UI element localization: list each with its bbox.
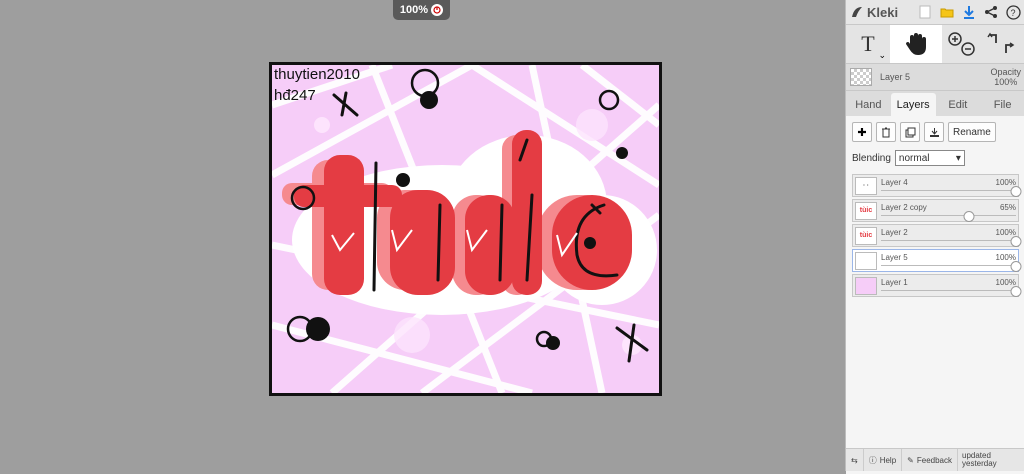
zoom-in-icon[interactable] [947,31,977,57]
layer-name: Layer 4 [881,178,908,187]
layer-opacity-slider[interactable] [881,236,1022,247]
slider-knob[interactable] [963,211,975,222]
merge-down-icon [929,127,939,137]
layer-opacity-slider[interactable] [881,211,1016,222]
layer-item[interactable]: · · Layer 4 100% [852,174,1022,197]
layers-panel: ✚ Rename Blending normal ▾ · · Layer 4 10… [846,116,1024,474]
kleki-logo-icon [852,7,862,17]
updated-line-2: yesterday [962,459,997,468]
download-icon[interactable] [961,4,977,20]
open-folder-icon[interactable] [939,4,955,20]
app-name: Kleki [867,4,899,20]
add-layer-button[interactable]: ✚ [852,122,872,142]
feedback-button[interactable]: ✎ Feedback [902,449,958,471]
sidebar-tabs: Hand Layers Edit File [846,93,1024,116]
rename-layer-button[interactable]: Rename [948,122,996,142]
zoom-indicator[interactable]: 100% [393,0,450,20]
layer-thumbnail: tùic [855,201,877,220]
help-icon: ⓘ [868,455,877,465]
tab-layers[interactable]: Layers [890,93,936,116]
share-icon[interactable] [983,4,999,20]
slider-knob[interactable] [1010,261,1022,272]
footer-bar: ⇆ ⓘ Help ✎ Feedback updated yesterday [846,448,1024,471]
trash-icon [882,127,890,137]
canvas-workspace[interactable]: 100% thuytien2010 hđ247 [0,0,845,471]
updated-note[interactable]: updated yesterday [958,452,997,468]
layer-list: · · Layer 4 100% tùic Layer 2 copy 65% tùi… [852,174,1022,297]
plus-icon: ✚ [857,126,867,139]
help-button[interactable]: ⓘ Help [864,449,903,471]
layer-thumbnail: tùic [855,226,877,245]
blending-row: Blending normal ▾ [852,150,1019,166]
slider-knob[interactable] [1010,236,1022,247]
layer-opacity: 65% [999,203,1016,212]
sidebar: Kleki ? T ⌄ Layer 5 Opacity 100% Hand La… [845,0,1024,474]
undo-redo-icon[interactable] [986,31,1016,57]
layer-thumbnail [855,251,877,270]
tool-row: T ⌄ [846,25,1024,64]
hand-tool-button[interactable] [890,25,942,63]
tab-file[interactable]: File [980,93,1024,116]
delete-layer-button[interactable] [876,122,896,142]
layer-thumbnail [855,276,877,295]
tab-hand[interactable]: Hand [846,93,891,116]
feedback-label: Feedback [916,455,952,465]
text-tool-button[interactable]: T ⌄ [846,25,890,63]
slider-knob[interactable] [1010,186,1022,197]
layer-opacity-slider[interactable] [881,286,1022,297]
current-layer-thumbnail [850,68,872,86]
chevron-down-icon[interactable]: ⌄ [878,50,886,61]
tab-edit[interactable]: Edit [936,93,981,116]
current-layer-name: Layer 5 [880,72,911,82]
opacity-label: Opacity [990,67,1021,77]
zoom-label: 100% [399,4,429,16]
layer-opacity-slider[interactable] [881,261,1022,272]
swap-sidebar-button[interactable]: ⇆ [846,449,864,471]
chevron-down-icon: ▾ [955,152,961,164]
undo-redo-buttons [982,25,1020,63]
drawing-canvas[interactable]: thuytien2010 hđ247 [269,62,662,396]
layer-item[interactable]: tùic Layer 2 100% [852,224,1022,247]
opacity-value: 100% [994,77,1018,87]
layer-opacity-slider[interactable] [881,186,1022,197]
blending-value: normal [898,152,930,164]
layer-thumbnail: · · [855,176,877,195]
slider-knob[interactable] [1010,286,1022,297]
layer-name: Layer 2 copy [881,203,927,212]
layer-name: Layer 2 [881,228,908,237]
duplicate-layer-button[interactable] [900,122,920,142]
svg-text:?: ? [1010,8,1015,18]
current-layer-info: Layer 5 Opacity 100% [846,64,1024,91]
zoom-reset-icon[interactable] [431,4,444,16]
app-logo[interactable]: Kleki [850,5,898,20]
blending-label: Blending [852,152,891,164]
layer-action-buttons: ✚ Rename [852,122,1019,142]
help-circle-icon[interactable]: ? [1005,4,1021,20]
blending-select[interactable]: normal ▾ [894,150,965,166]
layer-item-selected[interactable]: Layer 5 100% [852,249,1022,272]
new-image-icon[interactable] [917,4,933,20]
duplicate-icon [905,127,915,137]
signature-line-2: hđ247 [274,87,316,104]
feedback-icon: ✎ [907,455,914,465]
hand-icon [906,33,926,55]
layer-name: Layer 5 [881,253,908,262]
current-layer-opacity: Opacity 100% [990,67,1021,87]
help-label: Help [879,455,897,465]
signature-line-1: thuytien2010 [274,66,360,83]
merge-down-button[interactable] [924,122,944,142]
text-tool-icon: T [861,31,875,56]
swap-icon: ⇆ [851,455,858,465]
layer-name: Layer 1 [881,278,908,287]
zoom-buttons [942,25,982,63]
top-bar: Kleki ? [846,0,1024,25]
layer-item[interactable]: Layer 1 100% [852,274,1022,297]
layer-item[interactable]: tùic Layer 2 copy 65% [852,199,1019,222]
